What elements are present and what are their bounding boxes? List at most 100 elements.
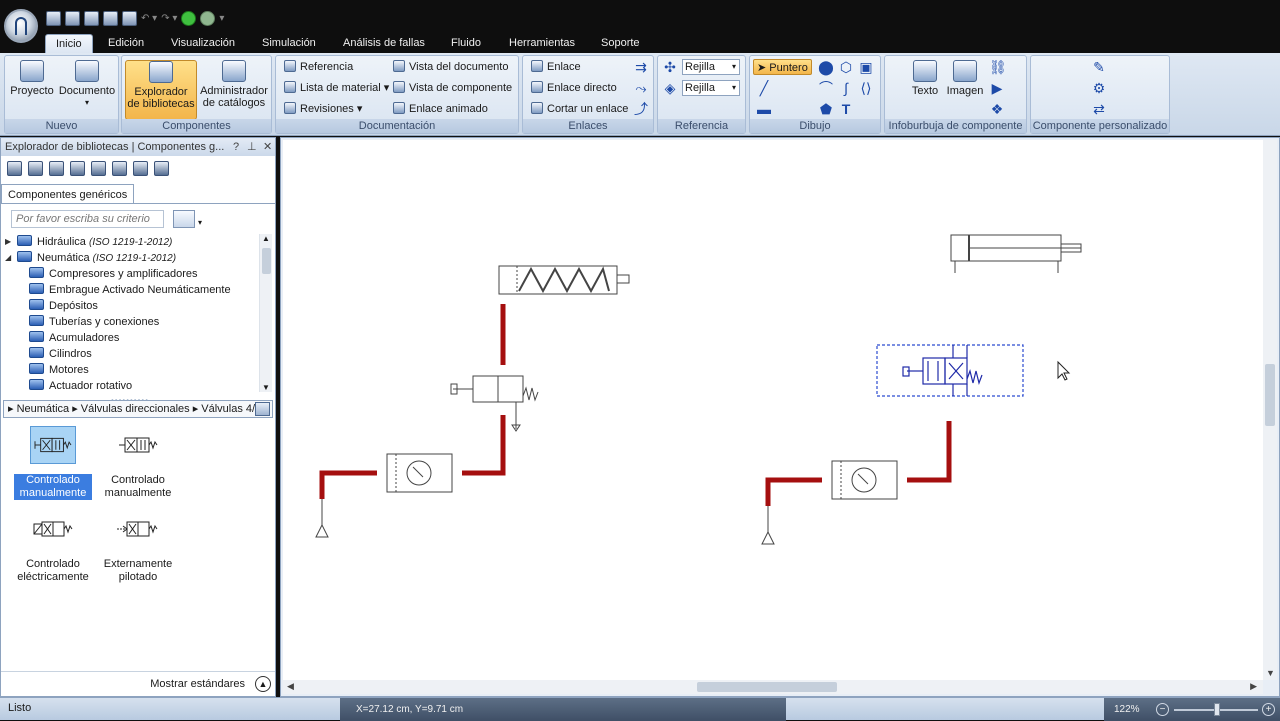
vertical-scrollbar[interactable]: ▼: [1263, 140, 1277, 680]
customize-qat-icon[interactable]: ▾: [219, 13, 224, 24]
tree-item-cilindros[interactable]: Cilindros: [29, 346, 92, 362]
collapse-icon[interactable]: ◢: [5, 250, 13, 266]
tab-herramientas[interactable]: Herramientas: [499, 34, 585, 53]
tab-simulacion[interactable]: Simulación: [252, 34, 326, 53]
tree-item-neumatica[interactable]: ◢ Neumática (ISO 1219-1-2012): [5, 250, 176, 266]
enlace-directo-button[interactable]: Enlace directo: [531, 80, 617, 96]
breadcrumb-item[interactable]: Neumática: [17, 403, 70, 415]
scroll-up-icon[interactable]: ▲: [262, 234, 270, 243]
tree-item-motores[interactable]: Motores: [29, 362, 89, 378]
library-icon-3[interactable]: [49, 161, 64, 176]
library-icon-4[interactable]: [70, 161, 85, 176]
tab-visualizacion[interactable]: Visualización: [161, 34, 245, 53]
image-tool-icon[interactable]: ▣: [858, 59, 874, 75]
vista-componente-button[interactable]: Vista de componente: [393, 80, 512, 96]
save-icon[interactable]: [84, 10, 99, 26]
tab-analisis-fallas[interactable]: Análisis de fallas: [333, 34, 435, 53]
component-4-2-electric[interactable]: Controlado eléctricamente: [14, 510, 92, 584]
lista-material-button[interactable]: Lista de material ▾: [284, 80, 389, 96]
app-logo-button[interactable]: [4, 9, 38, 43]
tree-scrollbar[interactable]: ▲ ▼: [259, 234, 272, 392]
ellipse-icon[interactable]: ⬤: [818, 59, 834, 75]
zoom-out-icon[interactable]: −: [1156, 703, 1169, 716]
air-source-2[interactable]: [761, 530, 775, 545]
library-icon-2[interactable]: [28, 161, 43, 176]
scroll-right-icon[interactable]: ▶: [1250, 681, 1257, 692]
chevron-down-icon[interactable]: ▾: [198, 218, 202, 227]
breadcrumb-item[interactable]: Válvulas 4/2: [201, 403, 261, 415]
horizontal-scrollbar[interactable]: ◀ ▶: [283, 680, 1263, 694]
custom-component-icon-1[interactable]: ✎: [1091, 59, 1107, 75]
air-source[interactable]: [315, 523, 329, 538]
tree-collapse-icon[interactable]: [133, 161, 148, 176]
tree-item-depositos[interactable]: Depósitos: [29, 298, 98, 314]
diagram-canvas[interactable]: [283, 140, 1263, 680]
text-tool-icon[interactable]: T: [838, 101, 854, 117]
curve-icon[interactable]: ∫: [838, 80, 854, 96]
custom-component-icon-2[interactable]: ⚙: [1091, 80, 1107, 96]
panel-help-icon[interactable]: ?: [233, 138, 239, 156]
scroll-thumb[interactable]: [262, 248, 271, 274]
custom-component-icon-3[interactable]: ⇄: [1091, 101, 1107, 117]
grid-snap-select[interactable]: Rejilla ▾: [682, 59, 740, 75]
revisiones-button[interactable]: Revisiones ▾: [284, 101, 362, 117]
explorador-bibliotecas-button[interactable]: Explorador de bibliotecas: [125, 60, 197, 120]
documento-button[interactable]: Documento ▾: [57, 60, 117, 109]
link-option-icon-1[interactable]: ⇉: [633, 59, 649, 75]
expand-icon[interactable]: ▶: [5, 234, 13, 250]
rectangle-icon[interactable]: ▬: [756, 101, 772, 117]
grid-display-icon[interactable]: ◈: [662, 80, 678, 96]
selected-valve-4-2[interactable]: [876, 344, 1024, 397]
component-4-2-pilot[interactable]: Externamente pilotado: [99, 510, 177, 584]
tab-edicion[interactable]: Edición: [98, 34, 154, 53]
component-4-2-manual-selected[interactable]: Controlado manualmente: [14, 426, 92, 500]
library-icon-1[interactable]: [7, 161, 22, 176]
redo-icon[interactable]: ↷ ▾: [161, 13, 177, 24]
tab-inicio[interactable]: Inicio: [45, 34, 93, 53]
enlace-button[interactable]: Enlace: [531, 59, 581, 75]
proyecto-button[interactable]: Proyecto: [8, 60, 56, 97]
tree-item-embrague[interactable]: Embrague Activado Neumáticamente: [29, 282, 231, 298]
catalog-icon[interactable]: [91, 161, 106, 176]
search-options-icon[interactable]: [173, 210, 195, 228]
link-option-icon-3[interactable]: ⤴: [633, 101, 649, 117]
search-icon[interactable]: [255, 402, 270, 416]
grid-snap-icon[interactable]: ✣: [662, 59, 678, 75]
stop-icon[interactable]: [200, 10, 216, 26]
scroll-thumb[interactable]: [1265, 364, 1275, 426]
lock-icon[interactable]: [154, 161, 169, 176]
texto-button[interactable]: Texto: [905, 60, 945, 97]
arc-icon[interactable]: ⌒: [818, 80, 834, 96]
administrador-catalogos-button[interactable]: Administrador de catálogos: [199, 60, 269, 109]
code-icon[interactable]: ⟨⟩: [858, 80, 874, 96]
tree-view-icon[interactable]: [112, 161, 127, 176]
cortar-enlace-button[interactable]: Cortar un enlace: [531, 101, 628, 117]
tree-item-actuador-rotativo[interactable]: Actuador rotativo: [29, 378, 132, 394]
scroll-left-icon[interactable]: ◀: [287, 681, 294, 692]
referencia-button[interactable]: Referencia: [284, 59, 353, 75]
tab-fluido[interactable]: Fluido: [441, 34, 491, 53]
vista-documento-button[interactable]: Vista del documento: [393, 59, 508, 75]
tab-componentes-genericos[interactable]: Componentes genéricos: [1, 184, 135, 204]
tree-item-compresores[interactable]: Compresores y amplificadores: [29, 266, 198, 282]
run-icon[interactable]: [181, 10, 197, 26]
pentagon-icon[interactable]: ⬟: [818, 101, 834, 117]
bubble-group-icon[interactable]: ❖: [989, 101, 1005, 117]
enlace-animado-button[interactable]: Enlace animado: [393, 101, 488, 117]
component-4-2-manual[interactable]: Controlado manualmente: [99, 426, 177, 500]
panel-close-icon[interactable]: ✕: [263, 138, 272, 156]
scroll-down-icon[interactable]: ▼: [1266, 668, 1275, 678]
pin-icon[interactable]: ⊥: [247, 138, 257, 156]
tree-item-hidraulica[interactable]: ▶ Hidráulica (ISO 1219-1-2012): [5, 234, 172, 250]
link-option-icon-2[interactable]: ⤳: [633, 80, 649, 96]
bubble-link-icon[interactable]: ⛓: [989, 59, 1007, 75]
line-icon[interactable]: ╱: [756, 80, 772, 96]
zoom-in-icon[interactable]: +: [1262, 703, 1275, 716]
undo-icon[interactable]: ↶ ▾: [141, 13, 157, 24]
new-icon[interactable]: [46, 10, 61, 26]
grid-display-select[interactable]: Rejilla ▾: [682, 80, 740, 96]
polygon-icon[interactable]: ⬡: [838, 59, 854, 75]
tree-item-acumuladores[interactable]: Acumuladores: [29, 330, 119, 346]
puntero-button[interactable]: ➤ Puntero: [753, 59, 812, 75]
breadcrumb-item[interactable]: Válvulas direccionales: [81, 403, 190, 415]
